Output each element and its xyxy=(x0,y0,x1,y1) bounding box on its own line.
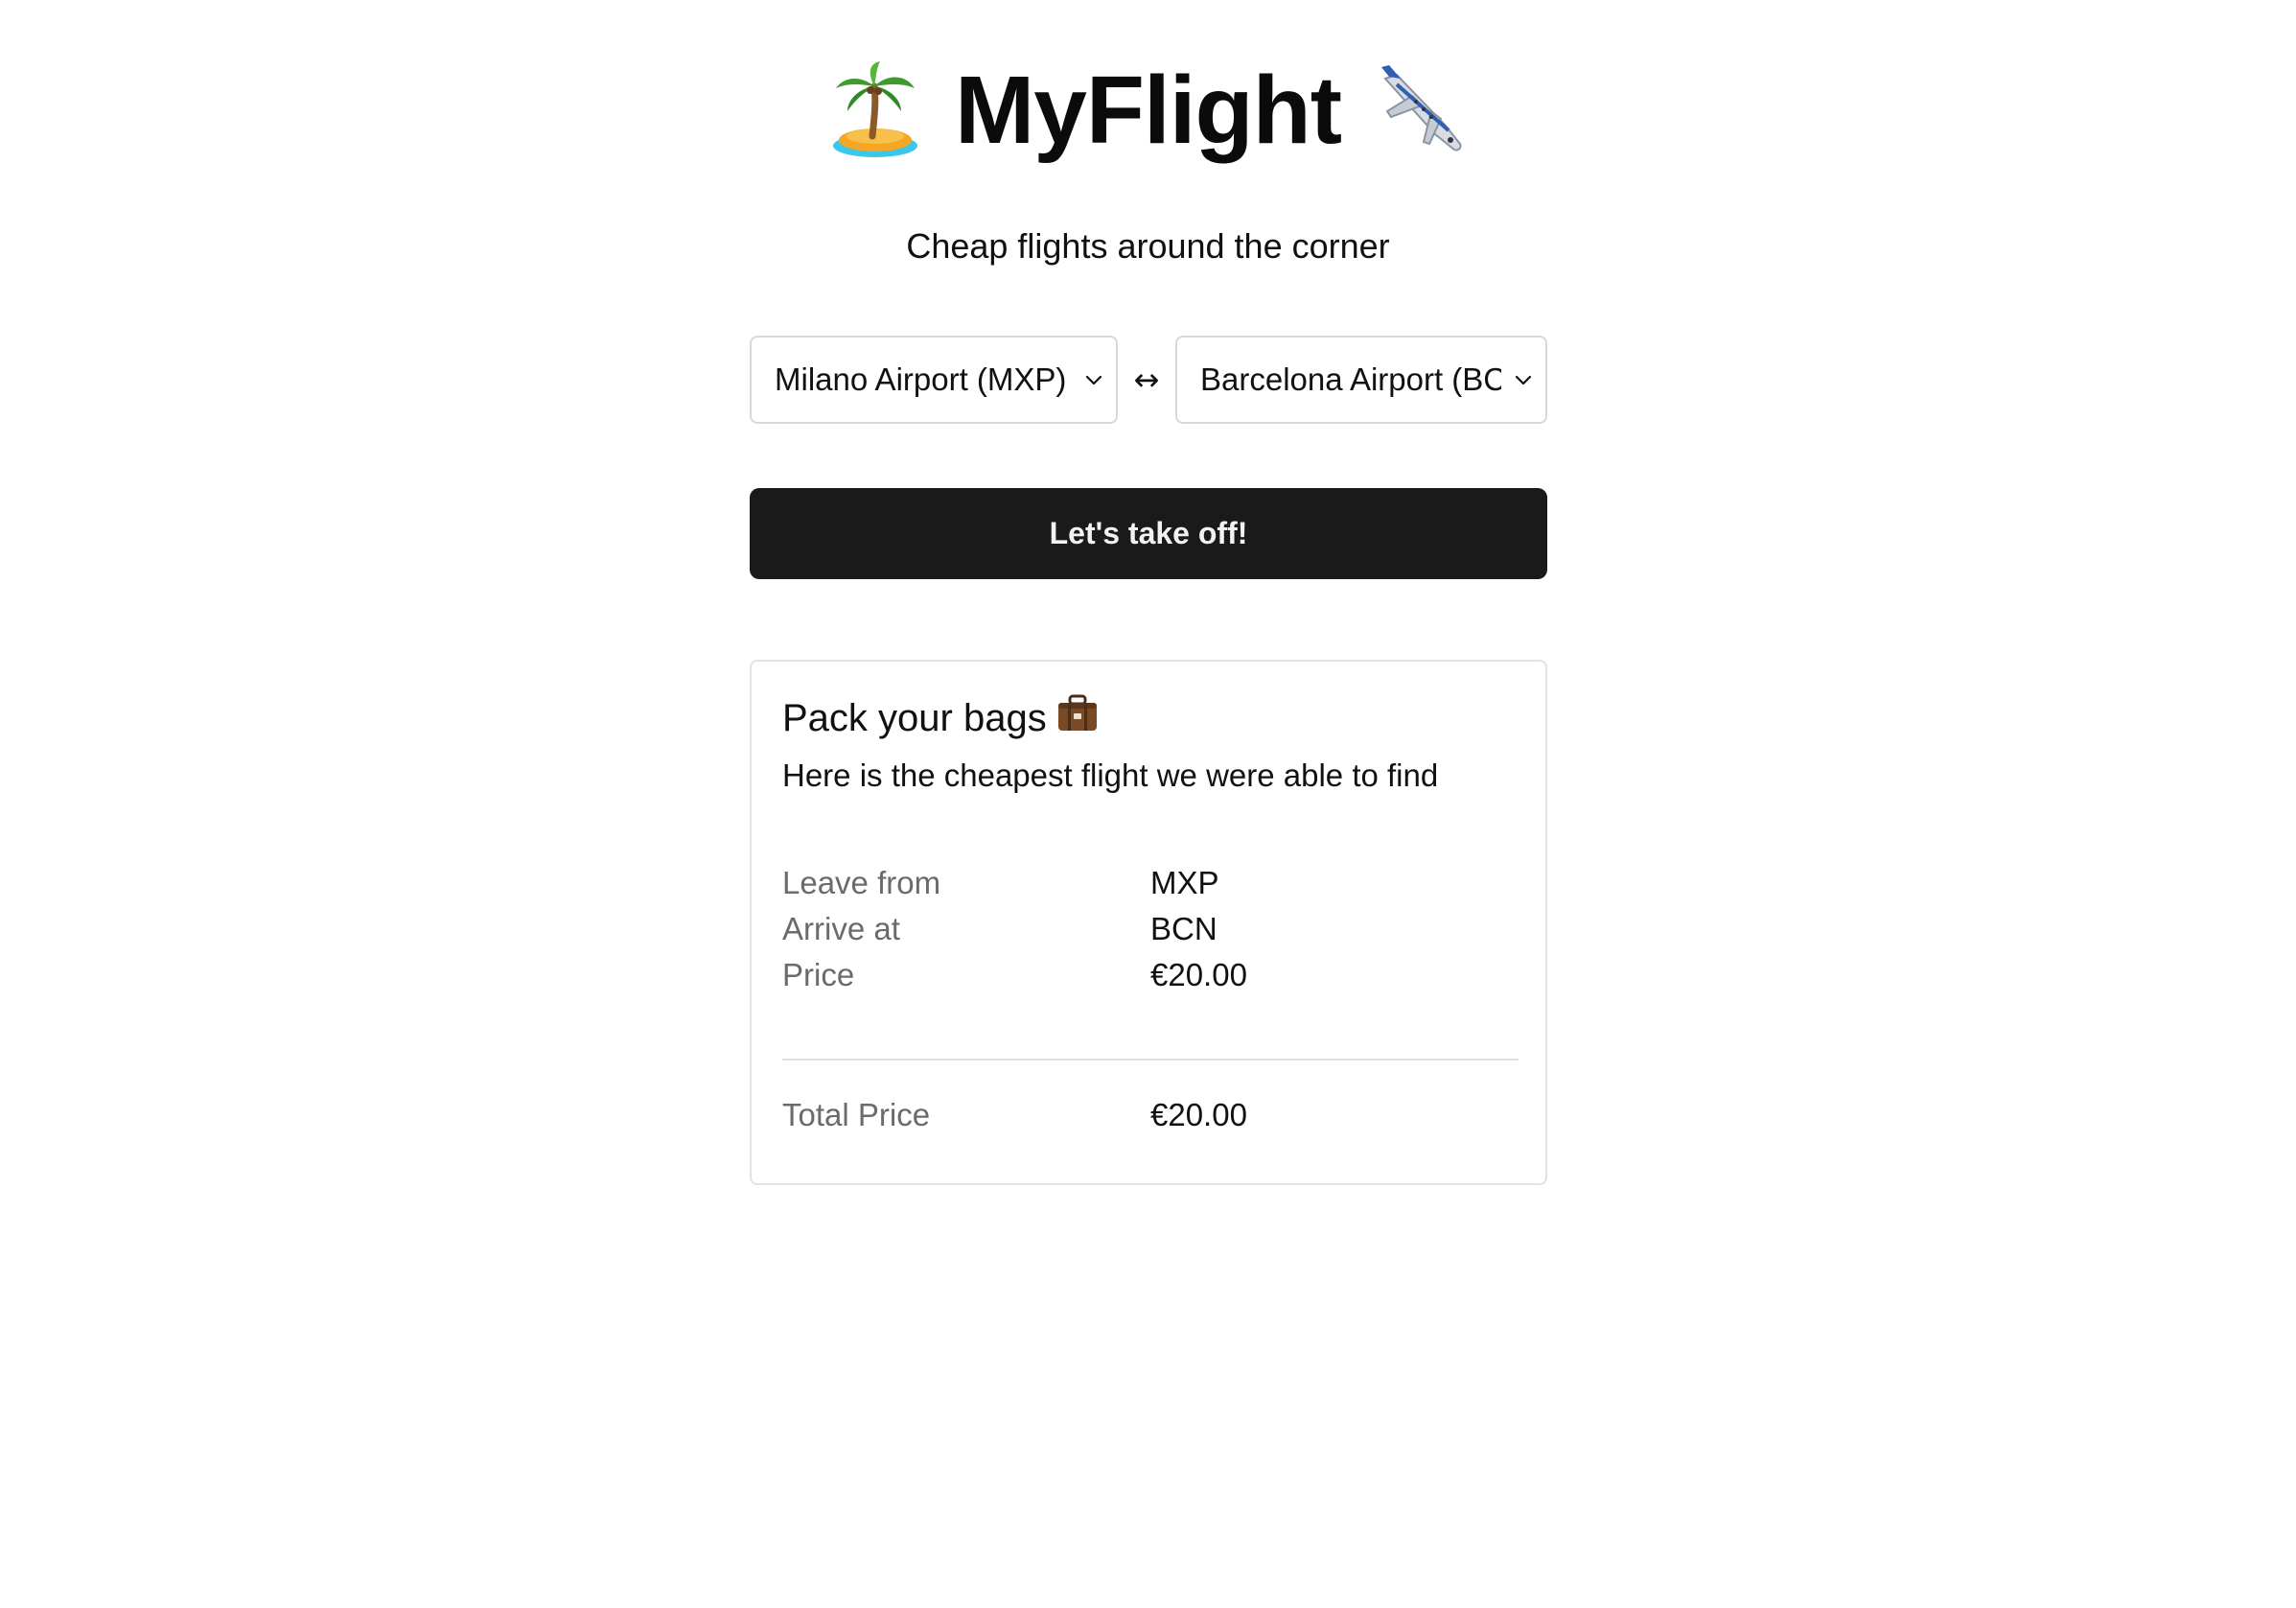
suitcase-icon xyxy=(1056,694,1099,742)
app-subtitle: Cheap flights around the corner xyxy=(906,226,1390,266)
result-title: Pack your bags xyxy=(782,696,1047,739)
detail-row-total-price: Total Price €20.00 xyxy=(782,1097,1520,1143)
chevron-down-icon xyxy=(1072,336,1116,424)
departure-airport-value: Milano Airport (MXP) xyxy=(775,361,1067,397)
airplane-icon xyxy=(1368,58,1473,163)
result-subtitle: Here is the cheapest flight we were able… xyxy=(782,757,1439,793)
leave-from-value: MXP xyxy=(1150,865,1219,900)
total-price-value: €20.00 xyxy=(1150,1097,1247,1132)
detail-row-leave-from: Leave from MXP xyxy=(782,865,1520,911)
detail-row-arrive-at: Arrive at BCN xyxy=(782,911,1520,957)
arrival-airport-select[interactable]: Barcelona Airport (BC xyxy=(1175,336,1547,424)
total-price-label: Total Price xyxy=(782,1097,931,1132)
price-label: Price xyxy=(782,957,855,992)
result-card: Pack your bags Here is the cheapest flig… xyxy=(750,660,1547,1185)
chevron-down-icon xyxy=(1501,336,1545,424)
price-value: €20.00 xyxy=(1150,957,1247,992)
arrive-at-label: Arrive at xyxy=(782,911,900,946)
leave-from-label: Leave from xyxy=(782,865,941,900)
detail-row-price: Price €20.00 xyxy=(782,957,1520,1003)
search-flights-button[interactable]: Let's take off! xyxy=(750,488,1547,579)
palm-island-icon xyxy=(823,58,928,163)
arrival-airport-value: Barcelona Airport (BC xyxy=(1200,361,1501,397)
divider xyxy=(782,1059,1519,1060)
app-title: MyFlight xyxy=(954,56,1342,164)
arrive-at-value: BCN xyxy=(1150,911,1218,946)
header: MyFlight Cheap flights around the corner xyxy=(0,48,2296,267)
route-selector: Milano Airport (MXP) ↔ Barcelona Airport… xyxy=(750,336,1547,426)
swap-icon[interactable]: ↔ xyxy=(1118,336,1175,424)
result-title-row: Pack your bags xyxy=(782,694,1099,742)
departure-airport-select[interactable]: Milano Airport (MXP) xyxy=(750,336,1118,424)
title-row: MyFlight xyxy=(823,48,1473,173)
